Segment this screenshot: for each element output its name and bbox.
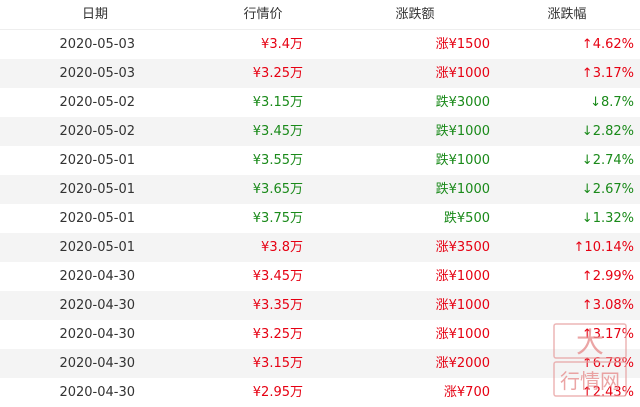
row-price: ¥3.8万 [261,240,303,255]
table-row: 2020-04-30 ¥3.35万 涨¥1000 ↑3.08% [0,291,640,320]
row-price: ¥2.95万 [252,385,303,400]
row-change-amount: 涨¥3500 [435,240,490,255]
row-date: 2020-04-30 [59,385,135,400]
row-change-pct: ↓2.67% [581,182,634,197]
row-change-amount: 跌¥1000 [435,124,490,139]
row-change-amount: 涨¥1000 [435,298,490,313]
row-price: ¥3.45万 [252,124,303,139]
row-price: ¥3.15万 [252,95,303,110]
header-change-pct[interactable]: 涨跌幅 [532,0,602,30]
header-date[interactable]: 日期 [60,0,130,30]
table-row: 2020-04-30 ¥3.15万 涨¥2000 ↑6.78% [0,349,640,378]
table-row: 2020-04-30 ¥2.95万 涨¥700 ↑2.43% [0,378,640,407]
row-date: 2020-04-30 [59,327,135,342]
table-row: 2020-05-01 ¥3.55万 跌¥1000 ↓2.74% [0,146,640,175]
row-change-pct: ↑6.78% [581,356,634,371]
table-row: 2020-05-01 ¥3.75万 跌¥500 ↓1.32% [0,204,640,233]
row-price: ¥3.35万 [252,298,303,313]
row-change-pct: ↑2.99% [581,269,634,284]
row-change-pct: ↓2.82% [581,124,634,139]
row-price: ¥3.25万 [252,327,303,342]
row-price: ¥3.45万 [252,269,303,284]
row-change-pct: ↓2.74% [581,153,634,168]
row-change-amount: 跌¥1000 [435,182,490,197]
table-row: 2020-05-01 ¥3.8万 涨¥3500 ↑10.14% [0,233,640,262]
table-row: 2020-05-03 ¥3.4万 涨¥1500 ↑4.62% [0,30,640,59]
table-row: 2020-05-03 ¥3.25万 涨¥1000 ↑3.17% [0,59,640,88]
row-date: 2020-05-02 [59,95,135,110]
row-change-pct: ↓8.7% [590,95,634,110]
row-date: 2020-05-01 [59,211,135,226]
row-change-amount: 涨¥2000 [435,356,490,371]
row-change-amount: 涨¥1500 [435,37,490,52]
table-row: 2020-05-02 ¥3.45万 跌¥1000 ↓2.82% [0,117,640,146]
header-price[interactable]: 行情价 [228,0,298,30]
row-change-amount: 跌¥1000 [435,153,490,168]
row-change-pct: ↑10.14% [573,240,634,255]
row-change-amount: 跌¥500 [443,211,490,226]
row-date: 2020-04-30 [59,298,135,313]
row-change-amount: 涨¥1000 [435,269,490,284]
row-date: 2020-05-02 [59,124,135,139]
row-date: 2020-05-03 [59,37,135,52]
row-date: 2020-05-01 [59,182,135,197]
table-row: 2020-05-02 ¥3.15万 跌¥3000 ↓8.7% [0,88,640,117]
row-price: ¥3.25万 [252,66,303,81]
row-price: ¥3.75万 [252,211,303,226]
row-price: ¥3.4万 [261,37,303,52]
header-change-amount[interactable]: 涨跌额 [380,0,450,30]
price-table: 日期 行情价 涨跌额 涨跌幅 2020-05-03 ¥3.4万 涨¥1500 ↑4.6… [0,0,640,407]
table-row: 2020-04-30 ¥3.25万 涨¥1000 ↑3.17% [0,320,640,349]
row-price: ¥3.55万 [252,153,303,168]
row-date: 2020-04-30 [59,269,135,284]
row-change-pct: ↑4.62% [581,37,634,52]
table-body: 2020-05-03 ¥3.4万 涨¥1500 ↑4.62% 2020-05-03 ¥3.… [0,30,640,407]
row-change-amount: 涨¥1000 [435,327,490,342]
row-change-amount: 涨¥700 [443,385,490,400]
row-change-pct: ↑3.17% [581,66,634,81]
row-change-amount: 涨¥1000 [435,66,490,81]
table-row: 2020-05-01 ¥3.65万 跌¥1000 ↓2.67% [0,175,640,204]
row-change-amount: 跌¥3000 [435,95,490,110]
row-date: 2020-05-01 [59,240,135,255]
row-change-pct: ↑3.08% [581,298,634,313]
row-price: ¥3.65万 [252,182,303,197]
table-header: 日期 行情价 涨跌额 涨跌幅 [0,0,640,30]
row-price: ¥3.15万 [252,356,303,371]
row-date: 2020-04-30 [59,356,135,371]
row-date: 2020-05-03 [59,66,135,81]
row-date: 2020-05-01 [59,153,135,168]
row-change-pct: ↑3.17% [581,327,634,342]
table-row: 2020-04-30 ¥3.45万 涨¥1000 ↑2.99% [0,262,640,291]
row-change-pct: ↓1.32% [581,211,634,226]
row-change-pct: ↑2.43% [581,385,634,400]
